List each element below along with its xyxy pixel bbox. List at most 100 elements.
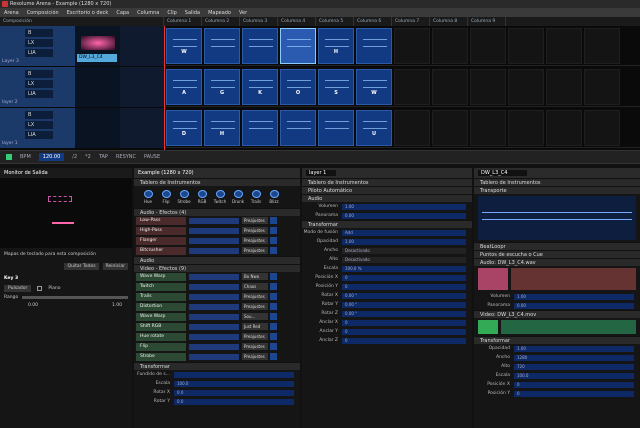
dashboard-section[interactable]: Tablero de Instrumentos	[302, 178, 472, 186]
layer-header[interactable]: B LX LIA layer 2	[0, 67, 75, 107]
clip-slot[interactable]: D	[166, 110, 202, 146]
layer-controls[interactable]	[120, 26, 164, 66]
audio-effects-section[interactable]: Audio - Efectos (4)	[134, 208, 300, 216]
preset-select[interactable]: Chaos	[242, 283, 268, 290]
effect-toggle[interactable]	[270, 237, 277, 244]
clip-slot[interactable]	[318, 110, 354, 146]
menu-output[interactable]: Salida	[185, 10, 200, 16]
column-header[interactable]: Columna 9	[468, 17, 506, 26]
preset-select[interactable]: Preajustes	[242, 217, 268, 224]
preset-select[interactable]: Just Red	[242, 323, 268, 330]
effect-toggle[interactable]	[270, 343, 277, 350]
preset-select[interactable]: Bo Nwo	[242, 273, 268, 280]
clip-audio-section[interactable]: Audio: DW_L3_C4.wav	[474, 258, 640, 266]
clip-slot[interactable]: O	[280, 69, 316, 105]
clip-slot[interactable]	[280, 110, 316, 146]
preset-select[interactable]: Preajustes	[242, 247, 268, 254]
menu-layer[interactable]: Capa	[116, 10, 129, 16]
clip-video-section[interactable]: Video: DW_L3_C4.mov	[474, 310, 640, 318]
beatloopr-section[interactable]: BeatLoopr	[474, 242, 640, 250]
clip-name-field[interactable]: DW_L3_C4	[478, 170, 528, 176]
preset-select[interactable]: Sou...	[242, 313, 268, 320]
layer-header[interactable]: B LX LIA Layer 3	[0, 26, 75, 66]
param-slider[interactable]: 0	[342, 274, 466, 281]
empty-clip-slot[interactable]	[470, 110, 506, 146]
reset-button[interactable]: Reiniciar	[102, 263, 128, 270]
param-slider[interactable]: 1.00	[514, 345, 634, 352]
audio-section[interactable]: Audio	[302, 194, 472, 202]
empty-clip-slot[interactable]	[432, 28, 468, 64]
blizz-knob[interactable]: Blizz	[268, 190, 280, 204]
blend-mode-select[interactable]: Add	[342, 229, 466, 236]
layer-lx-button[interactable]: LX	[25, 80, 53, 88]
clip-slot-selected[interactable]	[280, 28, 316, 64]
video-effects-section[interactable]: Video - Efectos (9)	[134, 264, 300, 272]
preset-select[interactable]: Preajustes	[242, 353, 268, 360]
empty-clip-slot[interactable]	[508, 28, 544, 64]
rgb-knob[interactable]: RGB	[196, 190, 208, 204]
clip-slot[interactable]: A	[166, 69, 202, 105]
clip-transform-section[interactable]: Transformar	[474, 336, 640, 344]
param-slider[interactable]: 0.00	[342, 212, 466, 219]
param-slider[interactable]: 0	[514, 381, 634, 388]
audio-effect-row[interactable]: Low-Pass Preajustes	[136, 216, 298, 225]
param-value[interactable]: Desactivado	[342, 256, 466, 263]
param-slider[interactable]	[174, 371, 294, 378]
effect-slider[interactable]	[189, 333, 239, 340]
effect-toggle[interactable]	[270, 273, 277, 280]
clip-timeline[interactable]	[478, 196, 636, 240]
clip-slot[interactable]: W	[356, 69, 392, 105]
hue-knob[interactable]: Hue	[142, 190, 154, 204]
pause-button[interactable]: PAUSE	[144, 154, 160, 160]
stop-icon[interactable]	[6, 154, 12, 160]
autopilot-section[interactable]: Piloto Automático	[302, 186, 472, 194]
layer-lia-button[interactable]: LIA	[25, 49, 53, 57]
empty-clip-slot[interactable]	[546, 110, 582, 146]
clip-slot[interactable]	[242, 110, 278, 146]
effect-slider[interactable]	[189, 303, 239, 310]
clip-slot[interactable]: W	[166, 28, 202, 64]
transport-section[interactable]: Transporte	[474, 186, 640, 194]
strobe-knob[interactable]: Strobe	[177, 190, 191, 204]
column-header[interactable]: Columna 4	[278, 17, 316, 26]
effect-toggle[interactable]	[270, 353, 277, 360]
mode-select[interactable]: Pulsador	[4, 285, 32, 292]
composition-header[interactable]: Composición	[0, 17, 164, 26]
column-header[interactable]: Columna 3	[240, 17, 278, 26]
empty-clip-slot[interactable]	[508, 110, 544, 146]
layer-header[interactable]: B LX LIA layer 1	[0, 108, 75, 148]
opacity-slider[interactable]: 1.00	[342, 238, 466, 245]
layer-bypass-button[interactable]: B	[25, 70, 53, 78]
param-slider[interactable]: 0	[514, 390, 634, 397]
clip-slot[interactable]	[204, 28, 240, 64]
video-effect-row[interactable]: Wave Warp Bo Nwo	[136, 272, 298, 281]
column-header[interactable]: Columna 2	[202, 17, 240, 26]
preset-select[interactable]: Preajustes	[242, 343, 268, 350]
effect-toggle[interactable]	[270, 303, 277, 310]
param-slider[interactable]: 0.00 °	[342, 310, 466, 317]
clip-slot[interactable]: K	[242, 69, 278, 105]
video-effect-row[interactable]: Trails Preajustes	[136, 292, 298, 301]
menu-view[interactable]: Ver	[239, 10, 247, 16]
dashboard-section[interactable]: Tablero de Instrumentos	[474, 178, 640, 186]
resync-button[interactable]: RESYNC	[116, 154, 136, 160]
effect-slider[interactable]	[189, 323, 239, 330]
empty-clip-slot[interactable]	[470, 69, 506, 105]
param-slider[interactable]: 100.0	[514, 372, 634, 379]
drunk-knob[interactable]: Drunk	[232, 190, 244, 204]
preset-select[interactable]: Preajustes	[242, 333, 268, 340]
clip-slot[interactable]: U	[356, 110, 392, 146]
effect-toggle[interactable]	[270, 247, 277, 254]
column-header[interactable]: Columna 1	[164, 17, 202, 26]
audio-section[interactable]: Audio	[134, 256, 300, 264]
clip-slot[interactable]: H	[318, 28, 354, 64]
layer-bypass-button[interactable]: B	[25, 29, 53, 37]
column-header[interactable]: Columna 6	[354, 17, 392, 26]
param-slider[interactable]: 0.00	[514, 302, 634, 309]
video-effect-row[interactable]: Distortion Preajustes	[136, 302, 298, 311]
video-effect-row[interactable]: Twitch Chaos	[136, 282, 298, 291]
effect-slider[interactable]	[189, 227, 239, 234]
transform-section[interactable]: Transformar	[302, 220, 472, 228]
menu-deck[interactable]: Escritorio o deck	[67, 10, 109, 16]
audio-effect-row[interactable]: Flanger Preajustes	[136, 236, 298, 245]
